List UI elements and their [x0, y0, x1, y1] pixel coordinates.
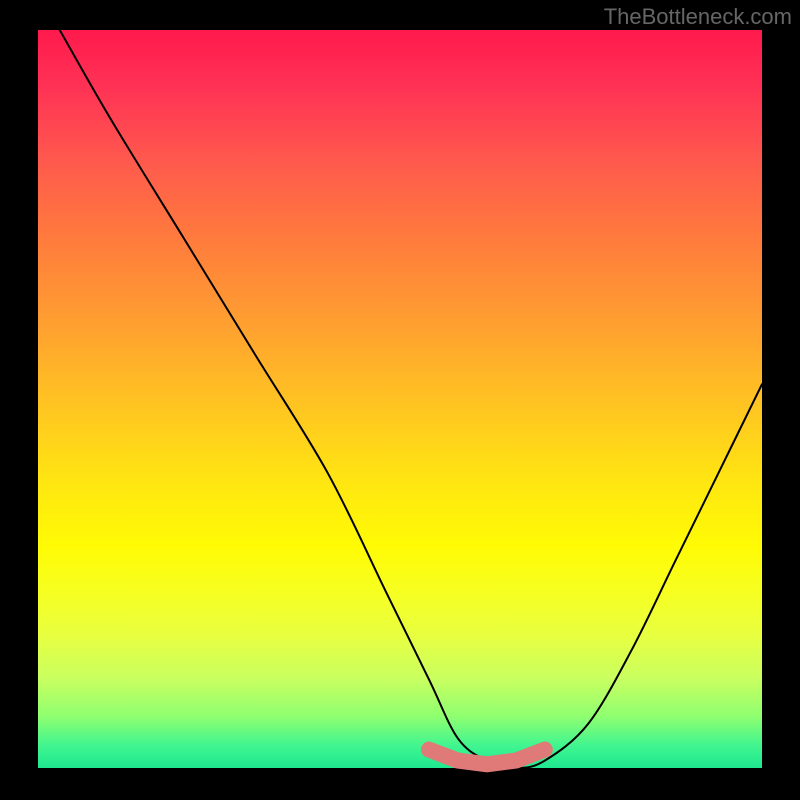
highlight-markers — [429, 750, 545, 765]
bottleneck-curve-line — [60, 30, 762, 768]
chart-background — [38, 30, 762, 768]
watermark-text: TheBottleneck.com — [604, 4, 792, 30]
bottleneck-chart — [38, 30, 762, 768]
